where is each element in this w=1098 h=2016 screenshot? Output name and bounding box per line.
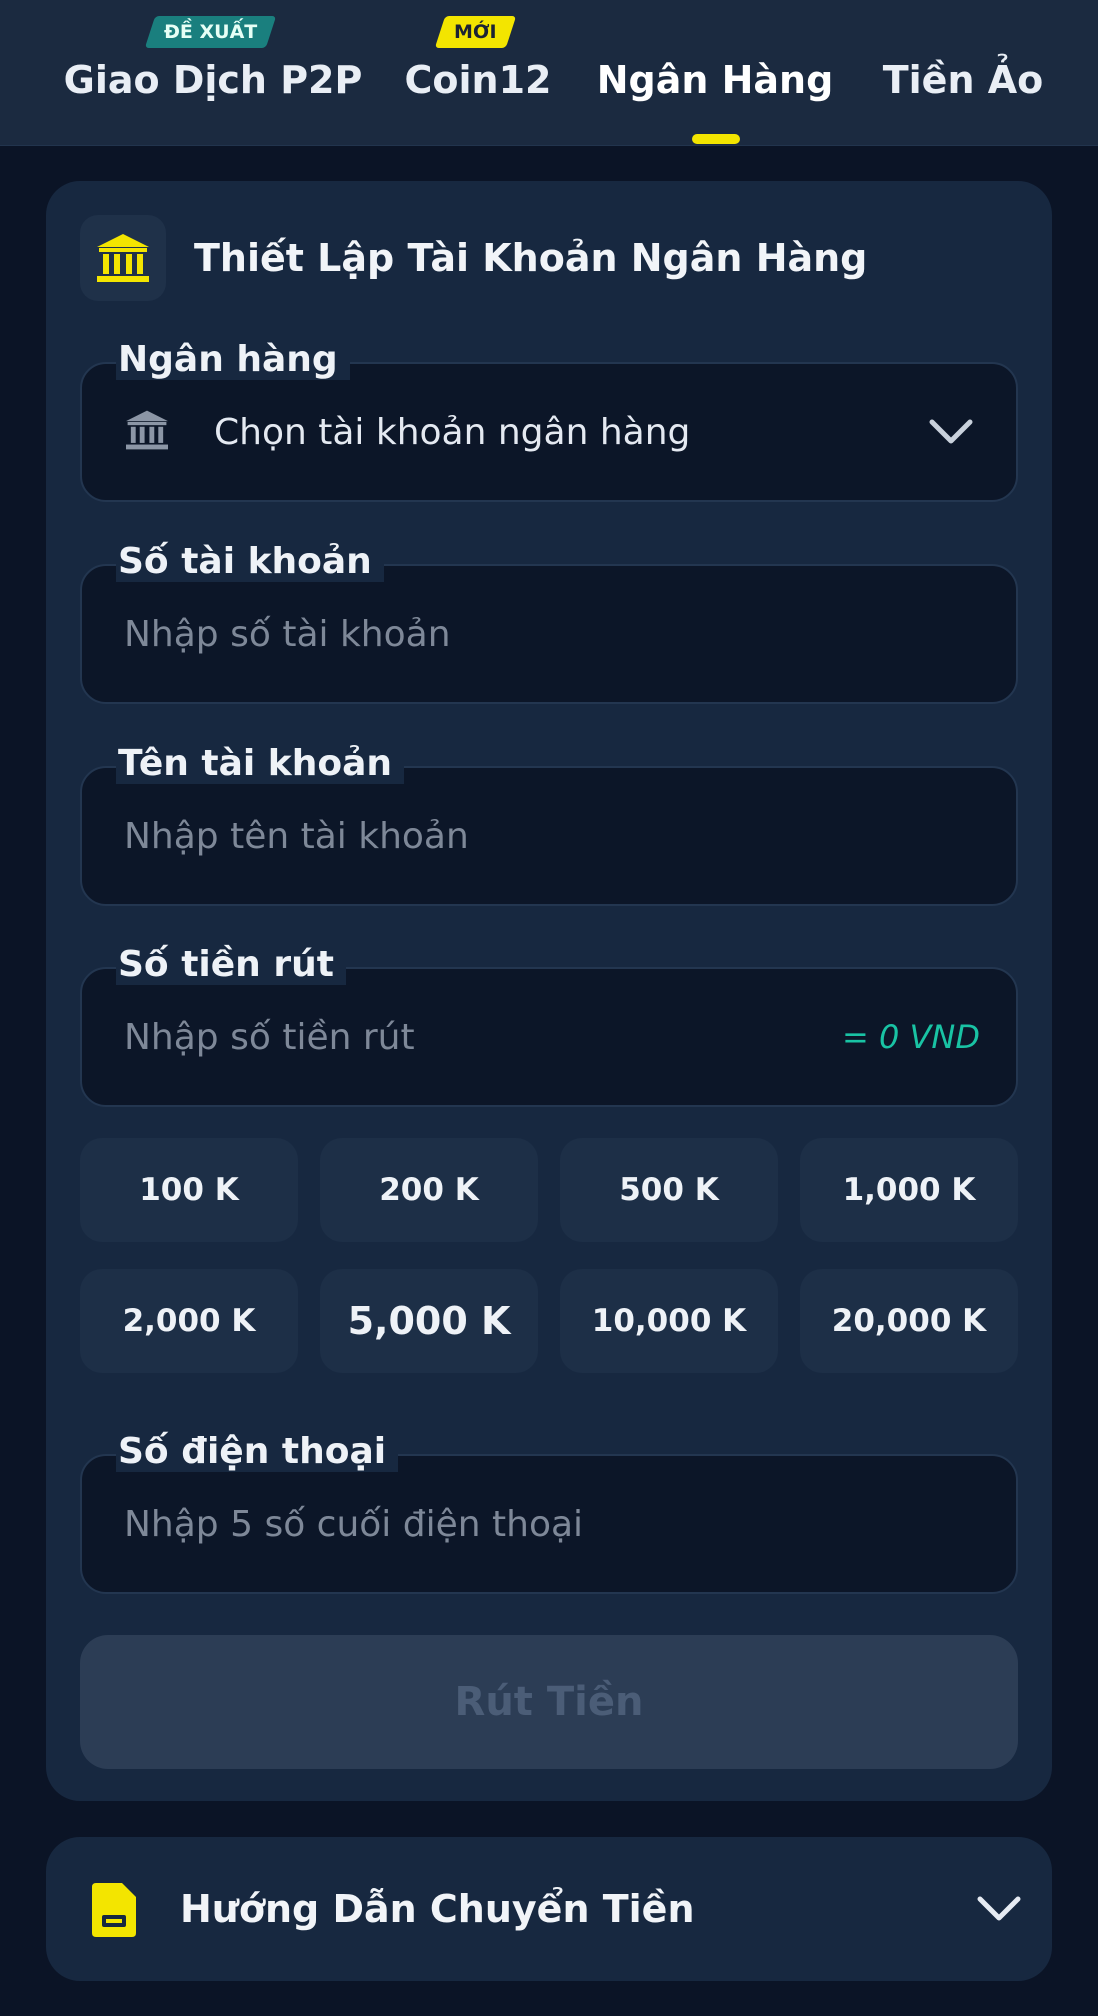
bank-icon	[80, 215, 166, 301]
account-number-label: Số tài khoản	[116, 541, 384, 582]
new-badge: MỚI	[434, 16, 516, 48]
chevron-down-icon	[976, 1891, 1022, 1931]
tab-label: Coin12	[404, 58, 552, 102]
account-name-input[interactable]: Nhập tên tài khoản	[80, 766, 1018, 906]
top-tab-bar: Giao Dịch P2P ĐỀ XUẤT Coin12 MỚI Ngân Hà…	[0, 0, 1098, 146]
amount-chip[interactable]: 200 K	[320, 1138, 538, 1242]
recommended-badge: ĐỀ XUẤT	[144, 16, 277, 48]
chevron-down-icon	[928, 414, 974, 454]
tab-crypto[interactable]: Tiền Ảo	[883, 50, 1044, 110]
amount-converted-value: = 0 VND	[842, 1018, 980, 1056]
tab-label: Tiền Ảo	[882, 58, 1044, 102]
tab-p2p[interactable]: Giao Dịch P2P	[64, 50, 363, 110]
tab-bank[interactable]: Ngân Hàng	[597, 50, 834, 110]
bank-select[interactable]: Chọn tài khoản ngân hàng	[80, 362, 1018, 502]
bank-select-value: Chọn tài khoản ngân hàng	[214, 411, 691, 453]
amount-chip[interactable]: 5,000 K	[320, 1269, 538, 1373]
amount-chip[interactable]: 20,000 K	[800, 1269, 1018, 1373]
transfer-guide-accordion[interactable]: Hướng Dẫn Chuyển Tiền	[46, 1837, 1052, 1981]
phone-input[interactable]: Nhập 5 số cuối điện thoại	[80, 1454, 1018, 1594]
account-name-label: Tên tài khoản	[116, 743, 405, 784]
amount-input[interactable]: Nhập số tiền rút = 0 VND	[80, 967, 1018, 1107]
tab-label: Ngân Hàng	[596, 58, 834, 102]
account-number-placeholder: Nhập số tài khoản	[124, 613, 451, 655]
phone-label: Số điện thoại	[116, 1431, 399, 1472]
bank-setup-card: Thiết Lập Tài Khoản Ngân Hàng Ngân hàng …	[46, 181, 1052, 1801]
amount-chip[interactable]: 2,000 K	[80, 1269, 298, 1373]
sim-card-icon	[90, 1881, 138, 1943]
active-tab-indicator	[692, 134, 740, 144]
account-number-input[interactable]: Nhập số tài khoản	[80, 564, 1018, 704]
amount-chip[interactable]: 1,000 K	[800, 1138, 1018, 1242]
bank-icon	[124, 409, 170, 455]
card-title: Thiết Lập Tài Khoản Ngân Hàng	[194, 236, 868, 280]
amount-chip[interactable]: 10,000 K	[560, 1269, 778, 1373]
tab-coin12[interactable]: Coin12	[405, 50, 552, 110]
guide-title: Hướng Dẫn Chuyển Tiền	[180, 1887, 695, 1931]
tab-label: Giao Dịch P2P	[63, 58, 363, 102]
bank-label: Ngân hàng	[116, 339, 350, 380]
withdraw-button[interactable]: Rút Tiền	[80, 1635, 1018, 1769]
phone-placeholder: Nhập 5 số cuối điện thoại	[124, 1503, 584, 1545]
card-header: Thiết Lập Tài Khoản Ngân Hàng	[80, 215, 867, 301]
amount-chip[interactable]: 100 K	[80, 1138, 298, 1242]
amount-placeholder: Nhập số tiền rút	[124, 1016, 415, 1058]
account-name-placeholder: Nhập tên tài khoản	[124, 815, 469, 857]
amount-chip[interactable]: 500 K	[560, 1138, 778, 1242]
amount-label: Số tiền rút	[116, 944, 346, 985]
